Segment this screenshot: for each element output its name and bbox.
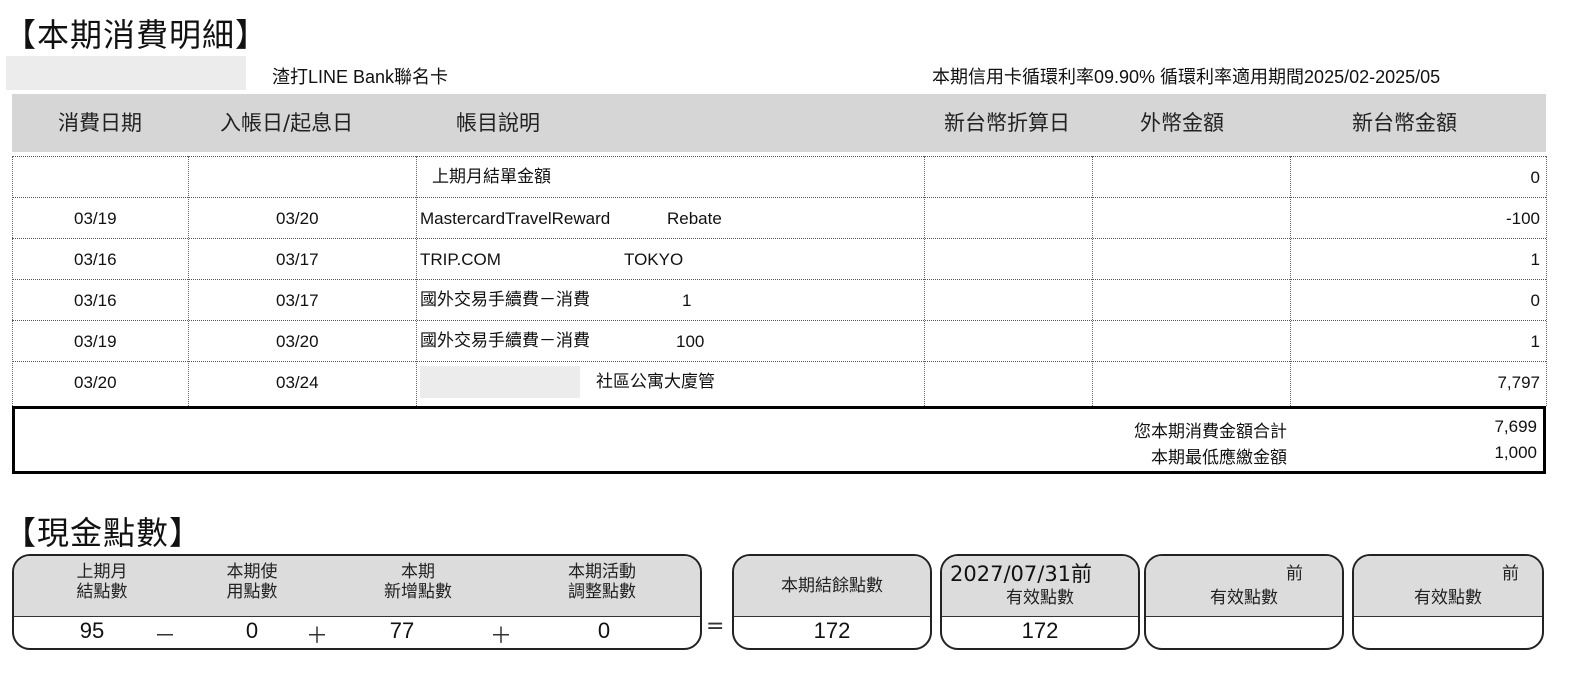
table-header: 消費日期 入帳日/起息日 帳目說明 新台幣折算日 外幣金額 新台幣金額	[12, 94, 1546, 152]
description-detail: Rebate	[667, 209, 722, 228]
column-divider	[1290, 156, 1291, 406]
expiry-date-suffix: 前	[1502, 564, 1519, 584]
balance-points-value: 172	[813, 618, 851, 643]
description: 國外交易手續費－消費	[420, 290, 590, 310]
column-header-twd-amount: 新台幣金額	[1352, 111, 1457, 135]
adjusted-points-label: 本期活動 調整點數	[568, 562, 636, 602]
description: 上期月結單金額	[432, 167, 551, 187]
divider	[14, 616, 700, 617]
added-points-label: 本期 新增點數	[384, 562, 452, 602]
column-header-description: 帳目說明	[456, 111, 540, 135]
expiry-points-label: 有效點數	[1006, 588, 1074, 608]
minus-sign: －	[154, 624, 177, 649]
description: MastercardTravelReward	[420, 209, 611, 228]
twd-amount: 0	[1530, 168, 1540, 187]
column-divider	[1092, 156, 1093, 406]
prev-points-label: 上期月 結點數	[76, 562, 128, 602]
used-points-label: 本期使 用點數	[226, 562, 278, 602]
divider	[1146, 616, 1342, 617]
balance-points-label: 本期結餘點數	[781, 576, 883, 596]
expiry-points-label: 有效點數	[1414, 588, 1482, 608]
table-row: 03/16 03/17 國外交易手續費－消費 1 0	[12, 279, 1546, 321]
column-divider	[416, 156, 417, 406]
table-row: 03/16 03/17 TRIP.COM TOKYO 1	[12, 238, 1546, 280]
statement-section-title: 【本期消費明細】	[4, 16, 269, 54]
transaction-date: 03/19	[74, 209, 117, 228]
column-divider	[924, 156, 925, 406]
divider	[942, 616, 1138, 617]
points-section-title: 【現金點數】	[4, 514, 203, 552]
expiry-points-box: 2027/07/31前 有效點數 172	[940, 554, 1140, 650]
expiry-points-label: 有效點數	[1210, 588, 1278, 608]
redacted-merchant-block	[420, 366, 580, 398]
total-spend-value: 7,699	[1494, 417, 1537, 436]
twd-amount: 7,797	[1497, 373, 1540, 392]
posting-date: 03/17	[276, 250, 319, 269]
column-header-transaction-date: 消費日期	[58, 111, 142, 135]
posting-date: 03/17	[276, 291, 319, 310]
transaction-date: 03/16	[74, 250, 117, 269]
twd-amount: 1	[1530, 250, 1540, 269]
description-detail: 社區公寓大廈管	[596, 372, 715, 392]
posting-date: 03/24	[276, 373, 319, 392]
transaction-date: 03/20	[74, 373, 117, 392]
adjusted-points-value: 0	[597, 618, 611, 643]
column-header-foreign-amount: 外幣金額	[1140, 111, 1224, 135]
added-points-value: 77	[389, 618, 415, 643]
minimum-payment-label: 本期最低應繳金額	[1151, 448, 1287, 468]
column-divider	[12, 156, 13, 406]
points-calculation-box: 上期月 結點數 本期使 用點數 本期 新增點數 本期活動 調整點數 95 － 0 ＋ 7…	[12, 554, 702, 650]
minimum-payment-value: 1,000	[1494, 443, 1537, 462]
description: 國外交易手續費－消費	[420, 331, 590, 351]
interest-rate-info: 本期信用卡循環利率09.90% 循環利率適用期間2025/02-2025/05	[932, 67, 1441, 87]
description-detail: 100	[676, 332, 705, 351]
transaction-date: 03/19	[74, 332, 117, 351]
column-divider	[188, 156, 189, 406]
card-name: 渣打LINE Bank聯名卡	[272, 67, 449, 87]
table-row: 03/19 03/20 MastercardTravelReward Rebat…	[12, 197, 1546, 239]
twd-amount: 1	[1530, 332, 1540, 351]
posting-date: 03/20	[276, 332, 319, 351]
totals-box: 您本期消費金額合計 7,699 本期最低應繳金額 1,000	[12, 406, 1546, 474]
points-balance-box: 本期結餘點數 172	[732, 554, 932, 650]
table-row: 上期月結單金額 0	[12, 156, 1546, 198]
redacted-account-block	[6, 56, 246, 90]
expiry-points-value: 172	[1021, 618, 1059, 643]
expiry-points-box: 前 有效點數	[1144, 554, 1344, 650]
expiry-points-box: 前 有效點數	[1352, 554, 1544, 650]
expiry-date-suffix: 前	[1286, 564, 1303, 584]
table-row: 03/19 03/20 國外交易手續費－消費 100 1	[12, 320, 1546, 362]
equals-sign: =	[706, 614, 725, 639]
description-detail: 1	[682, 291, 692, 310]
posting-date: 03/20	[276, 209, 319, 228]
twd-amount: 0	[1530, 291, 1540, 310]
description-detail: TOKYO	[624, 250, 684, 269]
divider	[734, 616, 930, 617]
twd-amount: -100	[1505, 209, 1540, 228]
column-header-conversion-date: 新台幣折算日	[944, 111, 1070, 135]
table-row: 03/20 03/24 社區公寓大廈管 7,797	[12, 361, 1546, 407]
column-divider	[1546, 156, 1547, 406]
used-points-value: 0	[245, 618, 259, 643]
description: TRIP.COM	[420, 250, 501, 269]
plus-sign: ＋	[306, 624, 329, 649]
transaction-date: 03/16	[74, 291, 117, 310]
plus-sign: ＋	[490, 624, 513, 649]
prev-points-value: 95	[79, 618, 105, 643]
total-spend-label: 您本期消費金額合計	[1134, 422, 1287, 442]
divider	[1354, 616, 1542, 617]
expiry-date: 2027/07/31前	[950, 562, 1093, 586]
column-header-posting-date: 入帳日/起息日	[220, 111, 354, 135]
